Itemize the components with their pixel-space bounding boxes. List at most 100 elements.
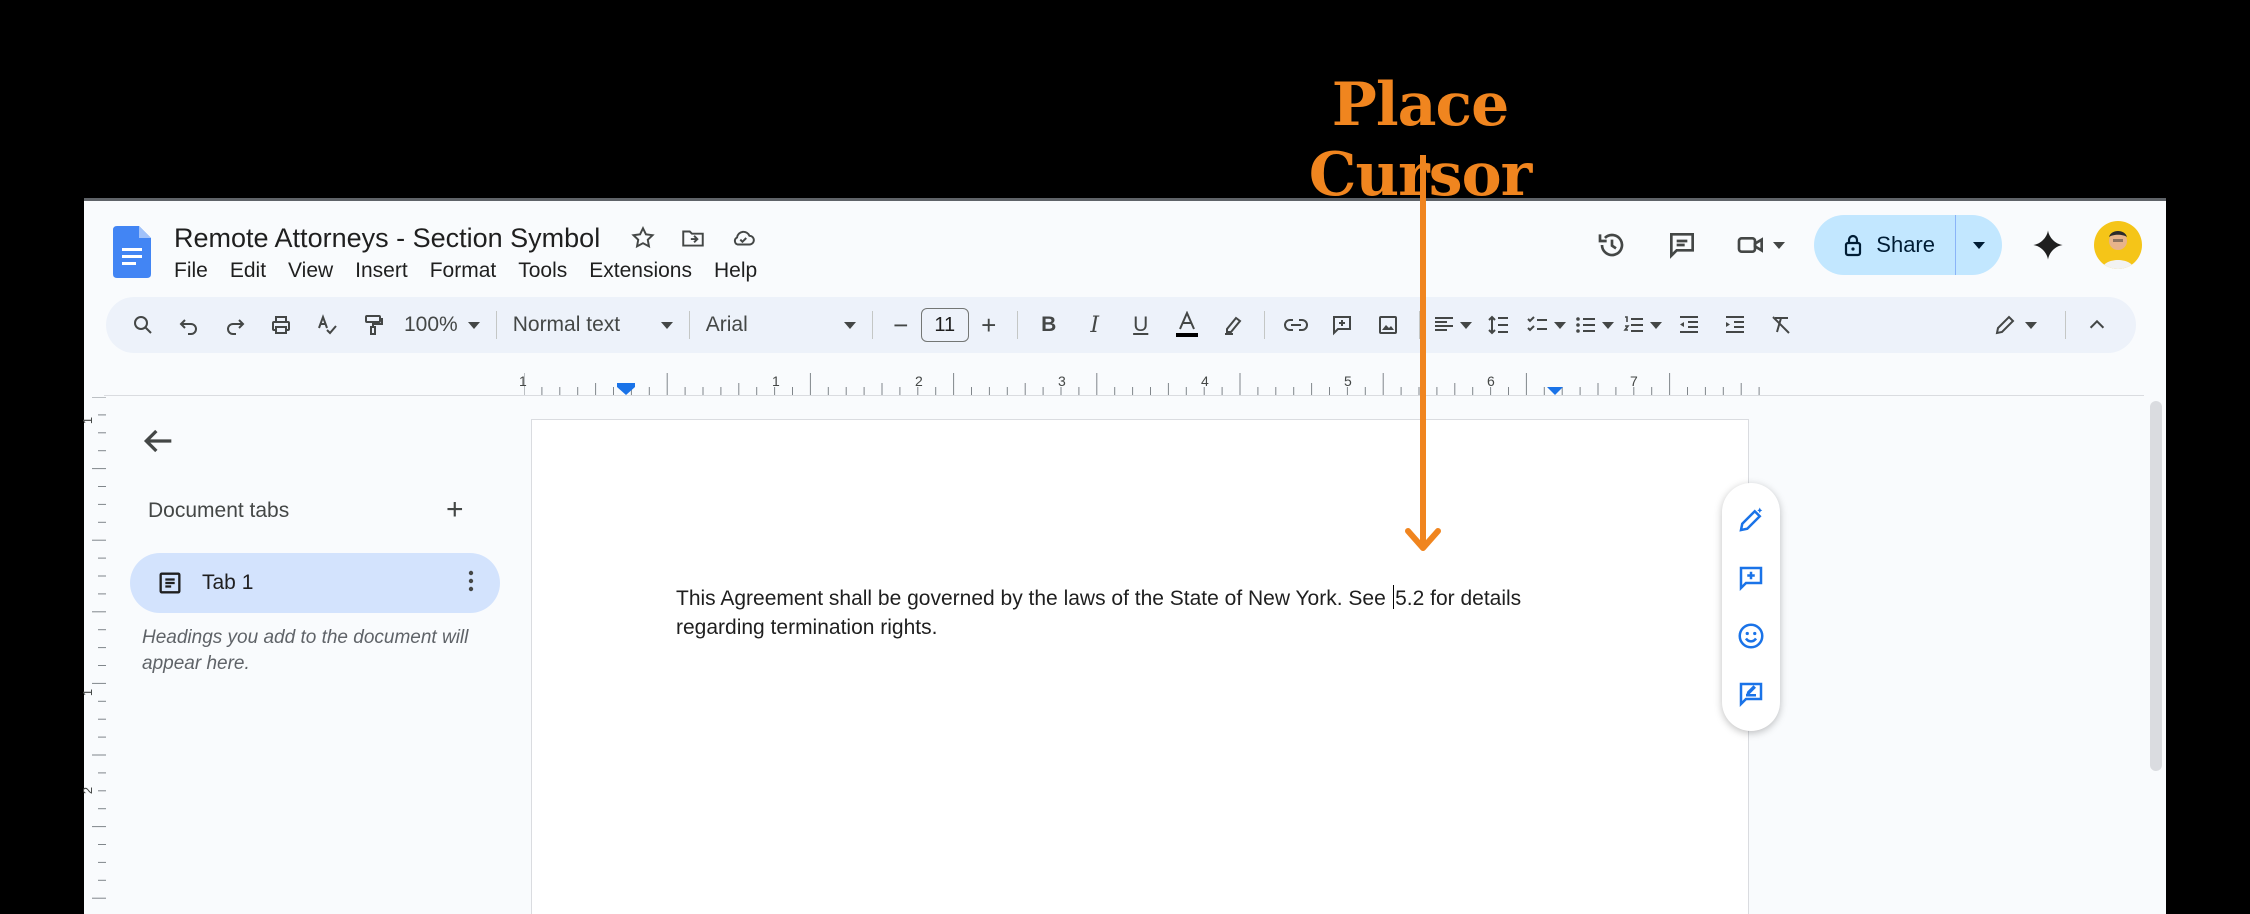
line-spacing-icon[interactable] xyxy=(1476,305,1522,345)
ruler-label: 1 xyxy=(80,416,96,425)
spellcheck-icon[interactable] xyxy=(304,305,350,345)
document-body[interactable]: This Agreement shall be governed by the … xyxy=(676,584,1576,642)
document-tabs-heading: Document tabs xyxy=(148,499,290,522)
paint-format-icon[interactable] xyxy=(350,305,396,345)
version-history-icon[interactable] xyxy=(1588,221,1636,269)
comments-icon[interactable] xyxy=(1658,221,1706,269)
increase-font-size-button[interactable]: + xyxy=(969,305,1009,345)
ruler-label: 1 xyxy=(80,688,96,697)
highlight-color-icon[interactable] xyxy=(1210,305,1256,345)
add-comment-icon[interactable] xyxy=(1736,563,1766,593)
chevron-down-icon xyxy=(1773,241,1786,249)
decrease-indent-icon[interactable] xyxy=(1666,305,1712,345)
suggest-edits-icon[interactable] xyxy=(1736,679,1766,709)
horizontal-ruler[interactable]: 1 1 2 3 4 5 6 7 xyxy=(519,373,1834,396)
decrease-font-size-button[interactable]: − xyxy=(881,305,921,345)
ruler-label: 1 xyxy=(772,373,780,389)
screen-frame: Place Cursor Remote Attorneys - Section … xyxy=(0,0,2250,914)
add-tab-button[interactable]: + xyxy=(446,493,464,527)
toolbar-divider xyxy=(1263,311,1265,339)
more-options-icon[interactable] xyxy=(468,569,474,593)
ruler-label: 5 xyxy=(1344,373,1352,389)
gemini-sparkle-icon[interactable] xyxy=(2024,221,2072,269)
undo-icon[interactable] xyxy=(166,305,212,345)
collapse-menus-icon[interactable] xyxy=(2074,305,2120,345)
document-page[interactable]: This Agreement shall be governed by the … xyxy=(531,419,1749,914)
print-icon[interactable] xyxy=(258,305,304,345)
document-tab-icon xyxy=(159,572,181,594)
share-button-group: Share xyxy=(1814,215,2002,275)
star-icon[interactable] xyxy=(628,223,658,253)
numbered-list-select[interactable] xyxy=(1618,313,1666,337)
text-color-icon[interactable] xyxy=(1164,305,1210,345)
checklist-select[interactable] xyxy=(1522,313,1570,337)
ruler-label: 2 xyxy=(915,373,923,389)
back-arrow-icon[interactable] xyxy=(138,421,178,461)
vertical-scrollbar[interactable] xyxy=(2150,401,2162,771)
ruler-divider xyxy=(104,395,2144,396)
vertical-ruler[interactable]: 1 1 2 xyxy=(80,396,106,914)
chevron-down-icon xyxy=(467,321,480,329)
share-button[interactable]: Share xyxy=(1814,215,1955,275)
lock-icon xyxy=(1845,234,1862,257)
chevron-down-icon xyxy=(1553,321,1566,329)
document-title[interactable]: Remote Attorneys - Section Symbol xyxy=(174,223,600,254)
menu-tools[interactable]: Tools xyxy=(518,259,577,283)
font-select[interactable]: Arial xyxy=(698,313,864,337)
menu-bar: File Edit View Insert Format Tools Exten… xyxy=(174,259,779,283)
ruler-label: 6 xyxy=(1487,373,1495,389)
pencil-icon xyxy=(1995,315,2015,335)
formatting-toolbar: 100% Normal text Arial − 11 + B I U xyxy=(106,297,2136,353)
menu-view[interactable]: View xyxy=(288,259,343,283)
add-comment-icon[interactable] xyxy=(1319,305,1365,345)
avatar[interactable] xyxy=(2094,221,2142,269)
toolbar-divider xyxy=(1016,311,1018,339)
increase-indent-icon[interactable] xyxy=(1712,305,1758,345)
tab-1[interactable]: Tab 1 xyxy=(130,553,500,613)
clear-formatting-icon[interactable] xyxy=(1758,305,1804,345)
menu-help[interactable]: Help xyxy=(714,259,767,283)
help-me-write-icon[interactable] xyxy=(1736,505,1766,535)
insert-link-icon[interactable] xyxy=(1273,305,1319,345)
menu-extensions[interactable]: Extensions xyxy=(589,259,702,283)
numbered-list-icon xyxy=(1623,316,1643,332)
tab-label: Tab 1 xyxy=(202,571,254,594)
font-value: Arial xyxy=(705,313,748,336)
share-dropdown-button[interactable] xyxy=(1955,215,2002,275)
body-text-before-cursor: This Agreement shall be governed by the … xyxy=(676,587,1392,610)
bulleted-list-icon xyxy=(1575,317,1595,333)
share-label: Share xyxy=(1876,232,1935,257)
chevron-down-icon xyxy=(1459,321,1472,329)
toolbar-divider xyxy=(2065,311,2066,339)
chevron-down-icon xyxy=(1649,321,1662,329)
emoji-reaction-icon[interactable] xyxy=(1736,621,1766,651)
first-line-indent-marker[interactable] xyxy=(617,383,635,387)
meet-video-icon[interactable] xyxy=(1728,221,1792,269)
menu-format[interactable]: Format xyxy=(430,259,507,283)
menu-edit[interactable]: Edit xyxy=(230,259,276,283)
chevron-down-icon xyxy=(843,321,856,329)
left-indent-marker[interactable] xyxy=(617,387,635,395)
docs-logo-icon[interactable] xyxy=(113,226,151,278)
outline-hint: Headings you add to the document will ap… xyxy=(142,627,469,674)
annotation-arrow xyxy=(1405,155,1441,551)
underline-icon[interactable]: U xyxy=(1118,305,1164,345)
bold-icon[interactable]: B xyxy=(1026,305,1072,345)
italic-icon[interactable]: I xyxy=(1072,305,1118,345)
zoom-select[interactable]: 100% xyxy=(396,313,488,337)
ruler-label: 3 xyxy=(1058,373,1066,389)
menu-file[interactable]: File xyxy=(174,259,218,283)
move-folder-icon[interactable] xyxy=(678,223,708,253)
toolbar-divider xyxy=(871,311,873,339)
right-indent-marker[interactable] xyxy=(1547,387,1563,395)
toolbar-divider xyxy=(495,311,497,339)
menu-insert[interactable]: Insert xyxy=(355,259,418,283)
paragraph-style-select[interactable]: Normal text xyxy=(505,313,681,337)
google-docs-window: Remote Attorneys - Section Symbol File E… xyxy=(80,198,2166,914)
cloud-saved-icon[interactable] xyxy=(728,223,758,253)
redo-icon[interactable] xyxy=(212,305,258,345)
editing-mode-select[interactable] xyxy=(1985,313,2045,337)
font-size-input[interactable]: 11 xyxy=(920,308,969,342)
search-menus-icon[interactable] xyxy=(120,305,166,345)
bulleted-list-select[interactable] xyxy=(1570,313,1618,337)
